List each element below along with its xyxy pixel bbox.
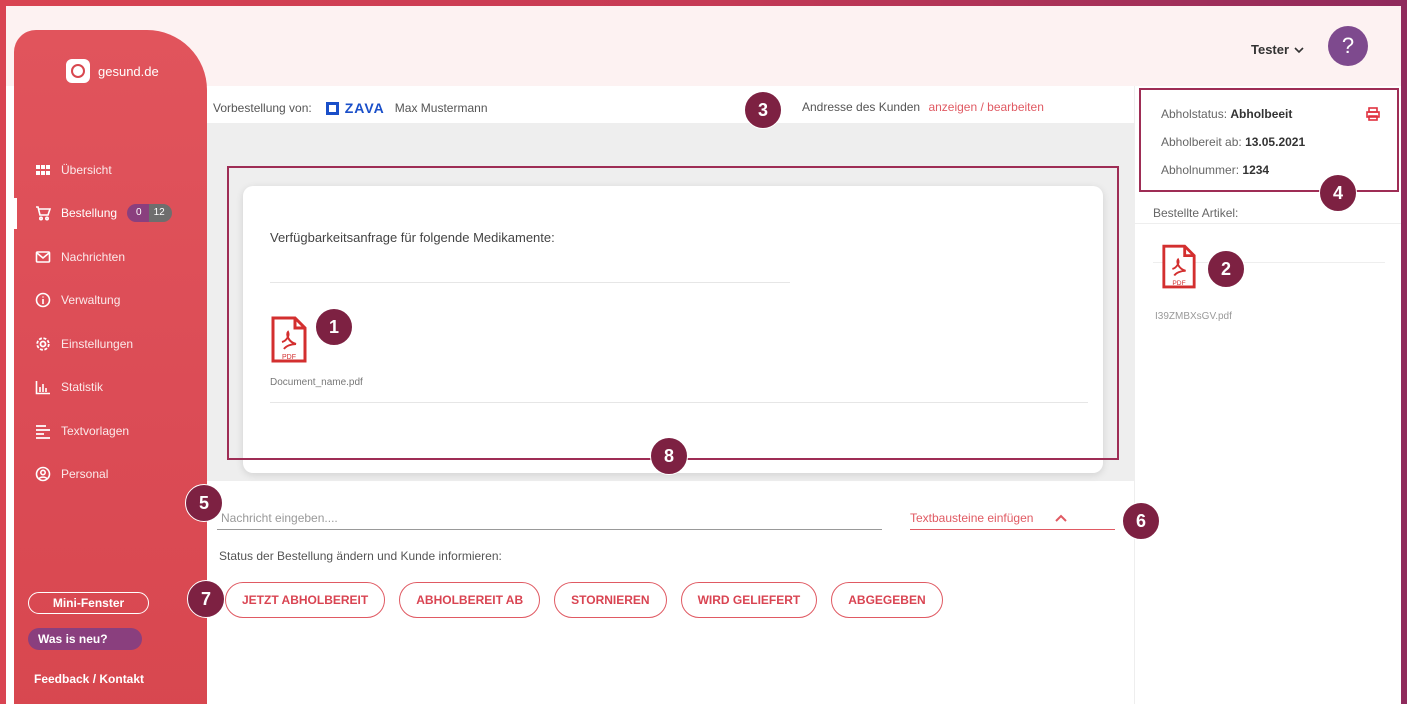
sidebar-item-verwaltung[interactable]: Verwaltung xyxy=(14,279,207,323)
preorder-label: Vorbestellung von: xyxy=(213,101,312,115)
cart-icon xyxy=(34,204,52,222)
sidebar-item-label: Einstellungen xyxy=(61,336,134,351)
cancel-order-button[interactable]: STORNIEREN xyxy=(554,582,667,618)
grid-icon xyxy=(34,161,52,179)
address-edit-link[interactable]: anzeigen / bearbeiten xyxy=(928,100,1043,114)
order-count-badge: 0 12 xyxy=(127,204,172,223)
mini-window-button[interactable]: Mini-Fenster xyxy=(28,592,149,614)
help-icon: ? xyxy=(1341,33,1355,58)
pickup-status-box: Abholstatus: Abholbeeit Abholbereit ab: … xyxy=(1139,88,1399,192)
printer-icon[interactable] xyxy=(1366,107,1380,121)
order-header: Vorbestellung von: ZAVA Max Mustermann A… xyxy=(207,86,1134,123)
sidebar: gesund.de Übersicht Bestellung 0 12 Nach… xyxy=(14,30,207,704)
message-input[interactable] xyxy=(217,506,882,530)
pickup-number-label: Abholnummer: xyxy=(1161,163,1240,177)
ready-now-button[interactable]: JETZT ABHOLBEREIT xyxy=(225,582,386,618)
annotation-marker-3: 3 xyxy=(744,91,782,129)
badge-total-count: 12 xyxy=(148,204,172,223)
sidebar-item-label: Textvorlagen xyxy=(61,423,130,438)
handed-over-button[interactable]: ABGEGEBEN xyxy=(831,582,943,618)
chevron-up-icon xyxy=(1055,511,1068,525)
info-icon xyxy=(34,291,52,309)
help-button[interactable]: ? xyxy=(1328,26,1368,66)
sidebar-item-nachrichten[interactable]: Nachrichten xyxy=(14,235,207,279)
pickup-ready-row: Abholbereit ab: 13.05.2021 xyxy=(1161,135,1305,149)
sidebar-item-personal[interactable]: Personal xyxy=(14,453,207,497)
pdf-file-icon[interactable]: PDF xyxy=(1161,244,1197,290)
sidebar-item-label: Verwaltung xyxy=(61,293,121,308)
badge-new-count: 0 xyxy=(127,204,149,223)
textblocks-label: Textbausteine einfügen xyxy=(910,510,1034,525)
sidebar-item-einstellungen[interactable]: Einstellungen xyxy=(14,322,207,366)
app-frame: gesund.de Übersicht Bestellung 0 12 Nach… xyxy=(6,6,1401,704)
sidebar-item-statistik[interactable]: Statistik xyxy=(14,366,207,410)
sidebar-nav: Übersicht Bestellung 0 12 Nachrichten Ve… xyxy=(14,148,207,496)
sidebar-item-bestellung[interactable]: Bestellung 0 12 xyxy=(14,192,207,236)
text-lines-icon xyxy=(34,422,52,440)
logo-text: gesund.de xyxy=(98,63,159,79)
divider xyxy=(1135,223,1401,224)
pickup-status-row: Abholstatus: Abholbeeit xyxy=(1161,107,1292,121)
bar-chart-icon xyxy=(34,378,52,396)
partner-logo-text: ZAVA xyxy=(344,100,385,116)
pickup-number-value: 1234 xyxy=(1242,163,1270,177)
pickup-number-row: Abholnummer: 1234 xyxy=(1161,163,1269,177)
zava-logo-icon xyxy=(325,101,339,115)
user-menu[interactable]: Tester xyxy=(1251,42,1304,57)
sidebar-item-label: Statistik xyxy=(61,380,104,395)
gear-icon xyxy=(34,335,52,353)
preorder-info: Vorbestellung von: ZAVA Max Mustermann xyxy=(213,100,488,116)
sidebar-item-label: Bestellung xyxy=(61,206,118,221)
will-be-delivered-button[interactable]: WIRD GELIEFERT xyxy=(680,582,818,618)
sidebar-item-label: Nachrichten xyxy=(61,249,126,264)
feedback-link[interactable]: Feedback / Kontakt xyxy=(34,672,144,686)
status-change-label: Status der Bestellung ändern und Kunde i… xyxy=(219,549,502,563)
sidebar-item-uebersicht[interactable]: Übersicht xyxy=(14,148,207,192)
logo-icon xyxy=(66,59,90,83)
logo[interactable]: gesund.de xyxy=(66,59,159,83)
status-actions: JETZT ABHOLBEREIT ABHOLBEREIT AB STORNIE… xyxy=(225,582,943,618)
person-icon xyxy=(34,465,52,483)
annotation-marker-6: 6 xyxy=(1122,502,1160,540)
address-label: Andresse des Kunden xyxy=(802,100,921,114)
pickup-ready-value: 13.05.2021 xyxy=(1245,135,1306,149)
insert-textblocks-toggle[interactable]: Textbausteine einfügen xyxy=(910,506,1115,530)
pdf-label: PDF xyxy=(1172,280,1185,287)
mail-icon xyxy=(34,248,52,266)
customer-address: Andresse des Kunden anzeigen / bearbeite… xyxy=(802,100,1044,114)
chevron-down-icon xyxy=(1294,42,1304,57)
annotation-marker-1: 1 xyxy=(315,308,353,346)
pickup-ready-label: Abholbereit ab: xyxy=(1161,135,1242,149)
sidebar-item-textvorlagen[interactable]: Textvorlagen xyxy=(14,409,207,453)
sidebar-item-label: Übersicht xyxy=(61,162,112,177)
annotation-marker-4: 4 xyxy=(1319,174,1357,212)
pickup-status-value: Abholbeeit xyxy=(1230,107,1293,121)
user-name: Tester xyxy=(1251,42,1290,57)
ordered-file-name[interactable]: I39ZMBXsGV.pdf xyxy=(1155,311,1232,322)
partner-logo: ZAVA Max Mustermann xyxy=(325,100,488,116)
top-band xyxy=(6,6,1401,86)
whats-new-button[interactable]: Was is neu? xyxy=(28,628,142,650)
pickup-status-label: Abholstatus: xyxy=(1161,107,1228,121)
ready-from-button[interactable]: ABHOLBEREIT AB xyxy=(399,582,541,618)
annotation-marker-2: 2 xyxy=(1207,250,1245,288)
ordered-items-label: Bestellte Artikel: xyxy=(1153,206,1239,220)
sidebar-item-label: Personal xyxy=(61,467,109,482)
customer-name: Max Mustermann xyxy=(394,101,488,115)
annotation-marker-5: 5 xyxy=(185,484,223,522)
annotation-marker-8: 8 xyxy=(650,437,688,475)
pickup-panel: Abholstatus: Abholbeeit Abholbereit ab: … xyxy=(1134,86,1401,704)
annotation-marker-7: 7 xyxy=(187,580,225,618)
annotation-frame-8 xyxy=(227,166,1119,460)
order-detail: Vorbestellung von: ZAVA Max Mustermann A… xyxy=(207,86,1134,704)
